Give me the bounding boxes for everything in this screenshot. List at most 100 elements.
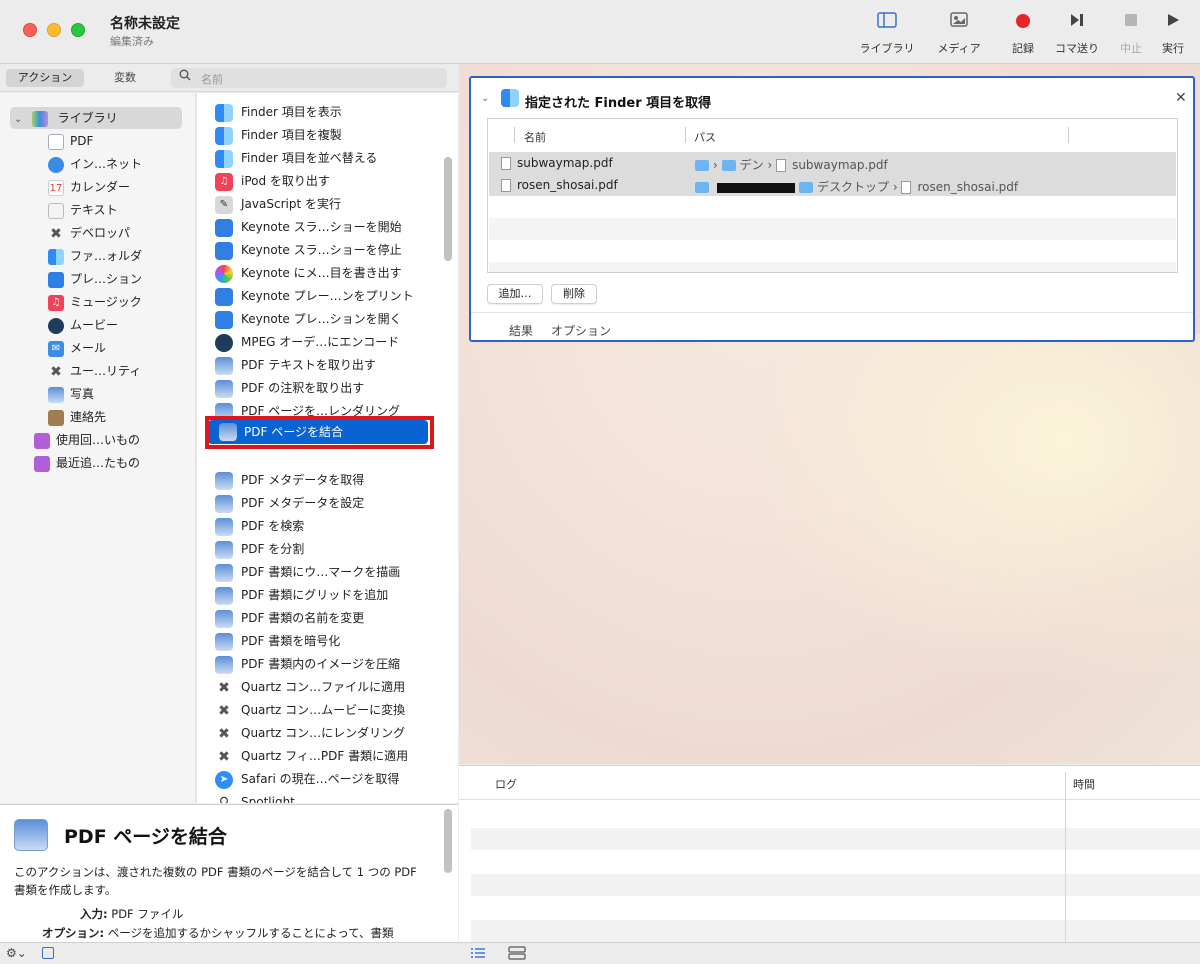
folder-icon bbox=[695, 160, 709, 171]
sidebar-item-movies[interactable]: ムービー bbox=[48, 314, 118, 336]
table-row[interactable]: rosen_shosai.pdf デスクトップ › rosen_shosai.p… bbox=[489, 174, 1176, 196]
finder-icon bbox=[501, 89, 519, 107]
list-item[interactable]: PDF 書類内のイメージを圧縮 bbox=[215, 653, 400, 675]
action-label: PDF 書類の名前を変更 bbox=[241, 611, 365, 625]
list-view-icon[interactable] bbox=[470, 946, 486, 963]
action-label: Keynote にメ…目を書き出す bbox=[241, 266, 402, 280]
column-divider bbox=[1068, 127, 1069, 143]
sidebar-item-text[interactable]: テキスト bbox=[48, 199, 118, 221]
media-toolbar-button[interactable]: メディア bbox=[932, 12, 986, 58]
pdf-file-icon bbox=[776, 159, 787, 172]
log-column-header[interactable]: ログ bbox=[495, 776, 517, 792]
title-bar: 名称未設定 編集済み ライブラリ メディア 記録 コマ送り 中止 実行 bbox=[0, 0, 1200, 64]
sidebar-item-presentation[interactable]: プレ…ション bbox=[48, 268, 142, 290]
list-item[interactable]: Keynote スラ…ショーを開始 bbox=[215, 216, 402, 238]
split-view-icon[interactable] bbox=[508, 946, 526, 963]
spotlight-icon: ⚲ bbox=[218, 794, 230, 804]
library-root-item[interactable]: ⌄ ライブラリ bbox=[10, 107, 182, 129]
list-item[interactable]: PDF テキストを取り出す bbox=[215, 354, 376, 376]
tab-options[interactable]: オプション bbox=[551, 322, 611, 339]
action-label: PDF テキストを取り出す bbox=[241, 358, 376, 372]
actions-scrollbar[interactable] bbox=[444, 157, 452, 261]
action-menu-icon[interactable]: ⚙⌄ bbox=[6, 946, 27, 960]
list-item[interactable]: ✖ Quartz コン…にレンダリング bbox=[215, 722, 405, 744]
column-header-path[interactable]: パス bbox=[694, 129, 716, 145]
minimize-window-button[interactable] bbox=[47, 23, 61, 37]
library-toolbar-button[interactable]: ライブラリ bbox=[856, 12, 918, 58]
tab-variables[interactable]: 変数 bbox=[92, 69, 158, 87]
list-item[interactable]: ♫ iPod を取り出す bbox=[215, 170, 330, 192]
sidebar-item-mail[interactable]: ✉ メール bbox=[48, 337, 106, 359]
log-row bbox=[471, 920, 1200, 942]
workflow-canvas[interactable]: ⌄ 指定された Finder 項目を取得 ✕ 名前 パス subwaymap.p… bbox=[459, 64, 1200, 764]
sidebar-item-music[interactable]: ♫ ミュージック bbox=[48, 291, 142, 313]
play-icon bbox=[1158, 12, 1188, 34]
tab-results[interactable]: 結果 bbox=[509, 322, 533, 339]
column-divider bbox=[685, 127, 686, 143]
sidebar-item-files-folders[interactable]: ファ…ォルダ bbox=[48, 245, 142, 267]
sidebar-item-photos[interactable]: 写真 bbox=[48, 383, 94, 405]
stop-toolbar-button[interactable]: 中止 bbox=[1116, 12, 1146, 58]
list-item[interactable]: PDF 書類の名前を変更 bbox=[215, 607, 364, 629]
window-subtitle: 編集済み bbox=[110, 35, 154, 48]
sidebar-item-calendar[interactable]: 17 カレンダー bbox=[48, 176, 130, 198]
list-item[interactable]: ✖ Quartz フィ…PDF 書類に適用 bbox=[215, 745, 408, 767]
list-item[interactable]: Keynote にメ…目を書き出す bbox=[215, 262, 402, 284]
sidebar-item-utilities[interactable]: ✖ ユー…リティ bbox=[48, 360, 141, 382]
sidebar-item-internet[interactable]: イン…ネット bbox=[48, 153, 142, 175]
list-item[interactable]: Finder 項目を並べ替える bbox=[215, 147, 377, 169]
list-item[interactable]: ✖ Quartz コン…ファイルに適用 bbox=[215, 676, 405, 698]
list-item[interactable]: PDF 書類を暗号化 bbox=[215, 630, 340, 652]
add-button[interactable]: 追加… bbox=[487, 284, 543, 304]
tools-icon: ✖ bbox=[218, 748, 230, 765]
list-item[interactable]: PDF の注釈を取り出す bbox=[215, 377, 364, 399]
run-toolbar-button[interactable]: 実行 bbox=[1158, 12, 1188, 58]
close-icon[interactable]: ✕ bbox=[1175, 90, 1187, 106]
list-item[interactable]: PDF メタデータを取得 bbox=[215, 469, 364, 491]
smart-folder-icon bbox=[34, 432, 50, 449]
chevron-down-icon[interactable]: ⌄ bbox=[481, 93, 489, 104]
list-item[interactable]: Keynote プレー…ンをプリント bbox=[215, 285, 414, 307]
time-column-header[interactable]: 時間 bbox=[1073, 776, 1095, 792]
list-item[interactable]: Finder 項目を表示 bbox=[215, 101, 342, 123]
movie-icon bbox=[215, 333, 233, 352]
finder-items-table: 名前 パス subwaymap.pdf › デン › subwaymap.pdf… bbox=[487, 118, 1178, 273]
action-card[interactable]: ⌄ 指定された Finder 項目を取得 ✕ 名前 パス subwaymap.p… bbox=[469, 76, 1195, 342]
list-item[interactable]: Keynote スラ…ショーを停止 bbox=[215, 239, 402, 261]
list-item[interactable]: PDF メタデータを設定 bbox=[215, 492, 364, 514]
list-item[interactable]: Finder 項目を複製 bbox=[215, 124, 342, 146]
close-window-button[interactable] bbox=[23, 23, 37, 37]
sidebar-item-contacts[interactable]: 連絡先 bbox=[48, 406, 106, 428]
search-input[interactable]: 名前 bbox=[171, 68, 447, 88]
file-name-cell: rosen_shosai.pdf bbox=[501, 178, 618, 192]
table-row[interactable]: subwaymap.pdf › デン › subwaymap.pdf bbox=[489, 152, 1176, 174]
description-scrollbar[interactable] bbox=[444, 809, 452, 873]
sidebar-item-developer[interactable]: ✖ デベロッパ bbox=[48, 222, 130, 244]
list-item[interactable]: ➤ Safari の現在…ページを取得 bbox=[215, 768, 399, 790]
step-toolbar-button[interactable]: コマ送り bbox=[1052, 12, 1102, 58]
sidebar-item-pdf[interactable]: PDF bbox=[48, 130, 93, 152]
list-item[interactable]: PDF を検索 bbox=[215, 515, 304, 537]
list-item[interactable]: ✖ Quartz コン…ムービーに変換 bbox=[215, 699, 405, 721]
list-item[interactable]: ✎ JavaScript を実行 bbox=[215, 193, 341, 215]
table-row bbox=[489, 218, 1176, 240]
log-row bbox=[471, 828, 1200, 850]
zoom-window-button[interactable] bbox=[71, 23, 85, 37]
remove-button[interactable]: 削除 bbox=[551, 284, 597, 304]
option-label: オプション: bbox=[42, 926, 105, 940]
sidebar-item-recently-added[interactable]: 最近追…たもの bbox=[34, 452, 140, 474]
list-item[interactable]: PDF を分割 bbox=[215, 538, 304, 560]
list-item[interactable]: MPEG オーデ…にエンコード bbox=[215, 331, 399, 353]
record-toolbar-button[interactable]: 記録 bbox=[1008, 12, 1038, 58]
tools-icon: ✖ bbox=[50, 225, 62, 242]
tab-actions[interactable]: アクション bbox=[6, 69, 84, 87]
list-item[interactable]: PDF 書類にグリッドを追加 bbox=[215, 584, 388, 606]
action-label: iPod を取り出す bbox=[241, 174, 330, 188]
checkbox-icon[interactable] bbox=[42, 947, 54, 959]
keynote-icon bbox=[215, 287, 233, 306]
column-header-name[interactable]: 名前 bbox=[524, 129, 546, 145]
sidebar-item-most-used[interactable]: 使用回…いもの bbox=[34, 429, 140, 451]
list-item[interactable]: PDF 書類にウ…マークを描画 bbox=[215, 561, 400, 583]
list-item[interactable]: Keynote プレ…ションを開く bbox=[215, 308, 402, 330]
list-item[interactable]: ⚲ Spotlight bbox=[215, 791, 295, 804]
